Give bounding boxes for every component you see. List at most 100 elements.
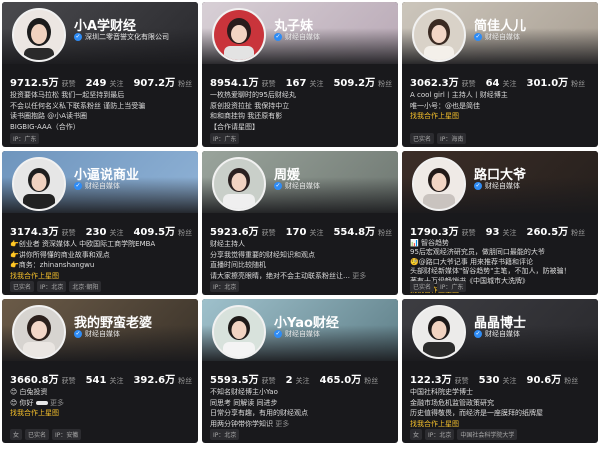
verification: ✓ 财经自媒体 — [274, 182, 320, 190]
gender-tag: 女 — [10, 429, 23, 440]
followers-count[interactable]: 509.2万 — [333, 74, 375, 89]
avatar[interactable] — [12, 157, 66, 211]
following-count[interactable]: 530 — [479, 375, 500, 386]
following-count[interactable]: 541 — [86, 375, 107, 386]
following-count[interactable]: 93 — [486, 227, 500, 238]
creator-card[interactable]: 路口大爷 ✓ 财经自媒体 1790.3万 获赞 93 关注 260.5万 粉丝 📊 智谷… — [402, 151, 598, 295]
followers-count[interactable]: 465.0万 — [320, 371, 362, 386]
ip-tag: IP：广东 — [10, 133, 40, 144]
likes-count: 3660.8万 — [10, 375, 59, 386]
bio: 不知名财经博主小Yao 同思考 同解读 同进步 日常分享有趣，有用的财经观点 用… — [210, 387, 394, 429]
following-count[interactable]: 2 — [286, 375, 293, 386]
bio: 财经主持人 分享我觉得重要的财经知识和观点 直播时间比较随机 请大家擦亮眼睛，绝… — [210, 239, 394, 281]
likes-count: 5923.6万 — [210, 227, 259, 238]
more-link[interactable]: 更多 — [352, 272, 366, 280]
following-count[interactable]: 249 — [86, 78, 107, 89]
bio-line: 用两分钟带你学知识 更多 — [210, 419, 290, 428]
following-count[interactable]: 230 — [86, 227, 107, 238]
followers-count[interactable]: 90.6万 — [527, 371, 562, 386]
bio-line: 一枚热爱聊时的95后财经丸 — [210, 91, 296, 99]
creator-card[interactable]: 小Yao财经 ✓ 财经自媒体 5593.5万 获赞 2 关注 465.0万 粉丝 不知名… — [202, 299, 398, 443]
verification: ✓ 财经自媒体 — [474, 33, 520, 41]
followers-count[interactable]: 301.0万 — [527, 74, 569, 89]
verified-tag: 已实名 — [10, 281, 35, 292]
more-link[interactable]: 更多 — [50, 399, 64, 407]
avatar[interactable] — [212, 305, 266, 359]
creator-card[interactable]: 我的野蛮老婆 ✓ 财经自媒体 3660.8万 获赞 541 关注 392.6万 粉丝 😊… — [2, 299, 198, 443]
gender-tag: 女 — [410, 429, 423, 440]
verified-tag: 已实名 — [25, 429, 50, 440]
more-link[interactable]: 更多 — [275, 420, 289, 428]
star-map-cooperation-link[interactable]: 找我合作上星图 — [410, 111, 594, 122]
followers-count[interactable]: 409.5万 — [133, 223, 175, 238]
verified-icon: ✓ — [474, 330, 482, 338]
following-count[interactable]: 170 — [286, 227, 307, 238]
bio-line: 😊 白兔投资 — [10, 388, 48, 396]
verified-tag: 已实名 — [410, 281, 435, 292]
avatar[interactable] — [12, 8, 66, 62]
following-count[interactable]: 64 — [486, 78, 500, 89]
bio-line: 🧐@路口大爷记事 用来推荐书籍和评论 — [410, 257, 533, 266]
bio-line: 95后宏观经济研究员，做朋同口最能的大爷 — [410, 248, 545, 257]
stats-row: 122.3万 获赞 530 关注 90.6万 粉丝 — [410, 371, 585, 386]
likes-count: 122.3万 — [410, 375, 452, 386]
verified-icon: ✓ — [274, 330, 282, 338]
likes-count: 5593.5万 — [210, 375, 259, 386]
likes-count: 8954.1万 — [210, 78, 259, 89]
avatar[interactable] — [412, 8, 466, 62]
creator-card[interactable]: 小A学财经 ✓ 深圳二零音誉文化有限公司 9712.5万 获赞 249 关注 907.… — [2, 2, 198, 147]
avatar[interactable] — [12, 305, 66, 359]
stats-row: 8954.1万 获赞 167 关注 509.2万 粉丝 — [210, 74, 398, 89]
tag-row: 女 IP：北京 中国社会科学院大学 — [410, 429, 518, 440]
creator-card[interactable]: 简佳人儿 ✓ 财经自媒体 3062.3万 获赞 64 关注 301.0万 粉丝 A co… — [402, 2, 598, 147]
followers-count[interactable]: 907.2万 — [133, 74, 175, 89]
creator-card[interactable]: 周媛 ✓ 财经自媒体 5923.6万 获赞 170 关注 554.8万 粉丝 财经主持人… — [202, 151, 398, 295]
creator-card[interactable]: 小逼说商业 ✓ 财经自媒体 3174.3万 获赞 230 关注 409.5万 粉丝 👉创… — [2, 151, 198, 295]
star-map-cooperation-link[interactable]: 找我合作上星图 — [410, 419, 594, 430]
stats-row: 3174.3万 获赞 230 关注 409.5万 粉丝 — [10, 223, 198, 238]
bio-line: 不知名财经博主小Yao — [210, 388, 278, 396]
bio-line: 📊 智谷趋势 — [410, 239, 449, 247]
ip-tag: IP：北京 — [425, 429, 455, 440]
emoji-sticker-icon — [35, 400, 48, 405]
bio-line: 读书圈抱路 @小A读书圈 — [10, 112, 88, 121]
followers-count[interactable]: 260.5万 — [527, 223, 569, 238]
ip-tag: IP：北京 — [37, 281, 67, 292]
verified-icon: ✓ — [74, 182, 82, 190]
bio: A cool girl丨主持人丨财经博主 唯一小号：@也是简佳 找我合作上星图 — [410, 90, 594, 122]
bio-line: 历史值得敬畏，而经济是一座膜拜的纸牌屋 — [410, 409, 543, 418]
verified-icon: ✓ — [74, 330, 82, 338]
verified-icon: ✓ — [274, 33, 282, 41]
verified-icon: ✓ — [74, 33, 82, 41]
likes-count: 3174.3万 — [10, 227, 59, 238]
avatar[interactable] — [212, 8, 266, 62]
creator-card[interactable]: 晶晶博士 ✓ 财经自媒体 122.3万 获赞 530 关注 90.6万 粉丝 中国社科院… — [402, 299, 598, 443]
verification: ✓ 财经自媒体 — [474, 182, 520, 190]
bio-line: 原创投资拉扯 我保持中立 — [210, 101, 290, 110]
avatar[interactable] — [212, 157, 266, 211]
location-tag: 北京·朝阳 — [69, 281, 102, 292]
school-tag: 中国社会科学院大学 — [457, 429, 518, 440]
star-map-cooperation-link[interactable]: 找我合作上星图 — [10, 408, 194, 419]
bio-line: 分享我觉得重要的财经知识和观点 — [210, 250, 315, 259]
stats-row: 9712.5万 获赞 249 关注 907.2万 粉丝 — [10, 74, 198, 89]
ip-tag: IP：北京 — [210, 281, 240, 292]
bio-line: 和和商挂钩 我还原有影 — [210, 112, 283, 121]
bio-line: 直播时间比较随机 — [210, 261, 266, 270]
followers-count[interactable]: 392.6万 — [133, 371, 175, 386]
stats-row: 1790.3万 获赞 93 关注 260.5万 粉丝 — [410, 223, 592, 238]
tag-row: 已实名 IP：广东 — [410, 281, 467, 292]
bio-line: 同思考 同解读 同进步 — [210, 398, 278, 407]
followers-count[interactable]: 554.8万 — [333, 223, 375, 238]
bio-line: 请大家擦亮眼睛，绝对不会主动联系粉丝让… 更多 — [210, 271, 367, 280]
avatar[interactable] — [412, 157, 466, 211]
star-map-cooperation-link[interactable]: 找我合作上星图 — [10, 271, 194, 282]
following-count[interactable]: 167 — [286, 78, 307, 89]
avatar[interactable] — [412, 305, 466, 359]
bio-line: 👉创业者 资深媒体人 中欧国际工商学院EMBA — [10, 240, 156, 248]
creator-card-grid: 小A学财经 ✓ 深圳二零音誉文化有限公司 9712.5万 获赞 249 关注 907.… — [2, 2, 598, 447]
tag-row: IP：广东 — [210, 133, 240, 144]
creator-card[interactable]: 丸子妹 ✓ 财经自媒体 8954.1万 获赞 167 关注 509.2万 粉丝 一枚热爱… — [202, 2, 398, 147]
verification: ✓ 财经自媒体 — [274, 330, 320, 338]
verification: ✓ 财经自媒体 — [474, 330, 520, 338]
